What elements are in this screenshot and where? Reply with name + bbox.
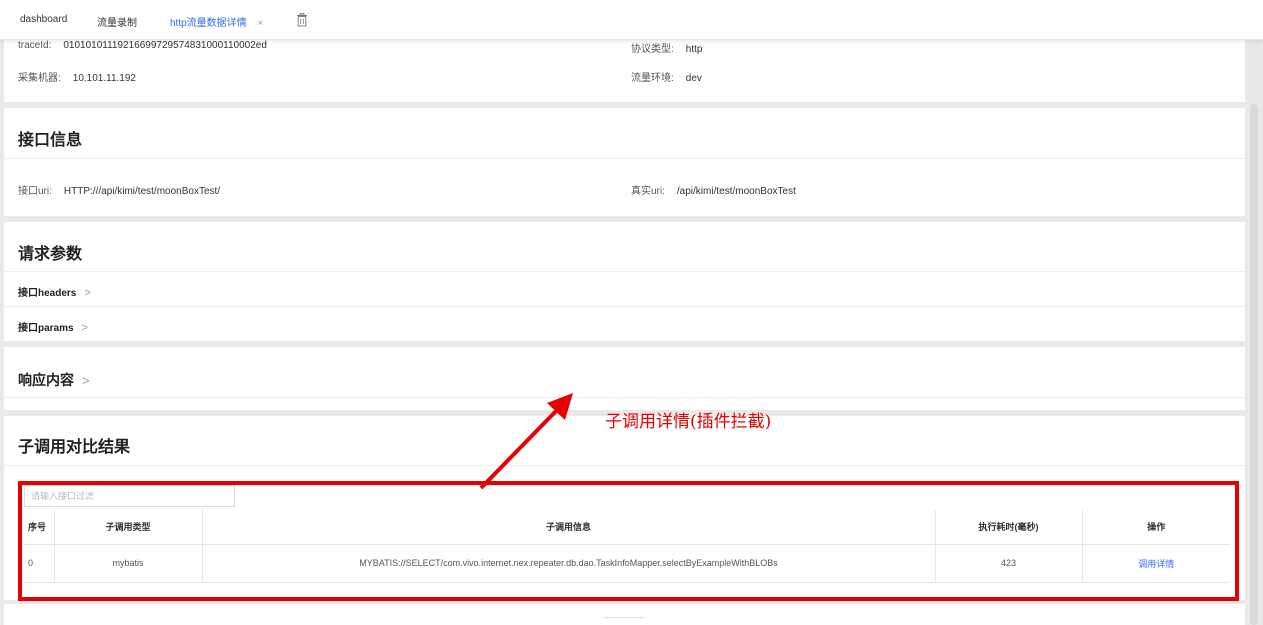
tab-http-traffic-detail[interactable]: http流量数据详情 × xyxy=(170,14,263,29)
tab-traffic-recording[interactable]: 流量录制 xyxy=(97,14,137,29)
annotation-arrow-icon xyxy=(479,393,573,490)
trash-icon[interactable] xyxy=(296,13,308,27)
close-icon[interactable]: × xyxy=(257,18,263,29)
tab-dashboard[interactable]: dashboard xyxy=(20,14,67,25)
annotation-text: 子调用详情(插件拦截) xyxy=(605,412,772,432)
tab-bar: dashboard 流量录制 http流量数据详情 × xyxy=(0,0,1263,40)
tab-http-traffic-detail-label: http流量数据详情 xyxy=(170,18,247,29)
